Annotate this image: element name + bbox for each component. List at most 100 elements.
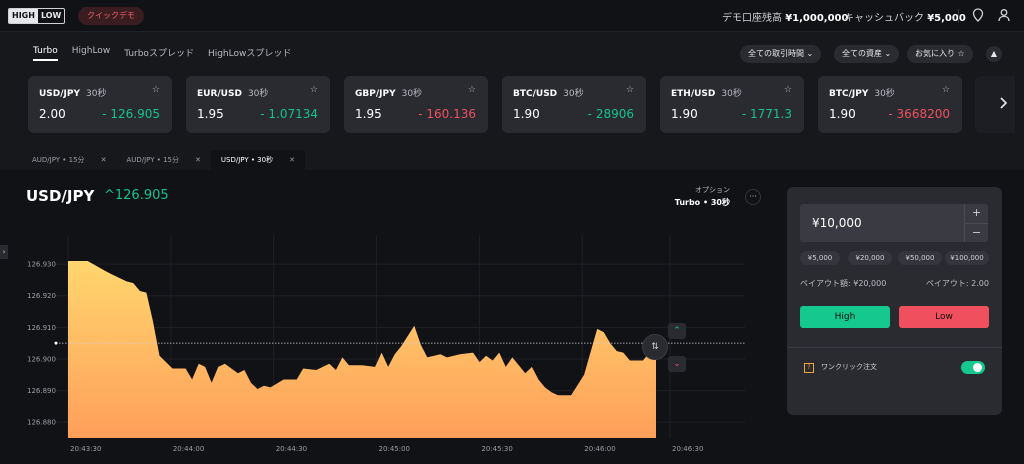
option-value: Turbo • 30秒	[674, 198, 730, 207]
quick-demo-badge[interactable]: クイックデモ	[78, 7, 144, 25]
cashback: キャッシュバック ¥5,000	[844, 13, 966, 24]
asset-symbol: GBP/JPY 30秒	[355, 89, 423, 99]
favorite-star-icon[interactable]: ☆	[152, 85, 160, 95]
x-tick-label: 20:45:30	[481, 445, 512, 453]
asset-rate: - 126.905	[102, 107, 160, 121]
asset-card[interactable]: BTC/USD 30秒 ☆ 1.90 - 28906	[502, 76, 646, 133]
trade-panel: ¥10,000 + − ¥5,000 ¥20,000 ¥50,000 ¥100,…	[787, 187, 1002, 415]
close-icon[interactable]: ✕	[101, 150, 107, 170]
asset-type-tabs: Turbo HighLow Turboスプレッド HighLowスプレッド	[33, 46, 291, 61]
cashback-value: ¥5,000	[927, 13, 966, 24]
close-icon[interactable]: ✕	[289, 150, 295, 170]
asset-symbol: BTC/USD 30秒	[513, 89, 584, 99]
chart-current-rate: ^126.905	[104, 188, 169, 203]
one-click-order-toggle[interactable]	[961, 361, 985, 374]
increase-amount-button[interactable]: +	[964, 204, 988, 223]
collapse-chevron-up-icon[interactable]: ▲	[986, 46, 1002, 62]
y-tick-label: 126.900	[27, 355, 56, 363]
chart-tab-audjpy-1[interactable]: AUD/JPY • 15分 ✕	[22, 150, 116, 170]
asset-payout: 1.90	[829, 107, 856, 121]
x-tick-label: 20:46:00	[584, 445, 615, 453]
high-button[interactable]: High	[800, 306, 890, 328]
tab-highlow-spread[interactable]: HighLowスプレッド	[208, 46, 291, 61]
asset-card[interactable]: USD/JPY 30秒 ☆ 2.00 - 126.905	[28, 76, 172, 133]
preset-5000-button[interactable]: ¥5,000	[800, 251, 840, 265]
asset-payout: 1.90	[513, 107, 540, 121]
y-tick-label: 126.880	[27, 419, 56, 427]
tab-turbo[interactable]: Turbo	[33, 46, 58, 61]
asset-card[interactable]: EUR/USD 30秒 ☆ 1.95 - 1.07134	[186, 76, 330, 133]
asset-payout: 1.95	[355, 107, 382, 121]
highlow-logo[interactable]: HIGH LOW	[8, 8, 66, 24]
current-rate-start-dot	[54, 341, 58, 345]
demo-balance: デモ口座残高 ¥1,000,000	[722, 13, 849, 24]
x-tick-label: 20:45:00	[379, 445, 410, 453]
asset-symbol: ETH/USD 30秒	[671, 89, 742, 99]
investment-amount-input[interactable]: ¥10,000 + −	[800, 204, 988, 242]
favorite-star-icon[interactable]: ☆	[310, 85, 318, 95]
asset-rate: - 1.07134	[260, 107, 318, 121]
preset-100000-button[interactable]: ¥100,000	[945, 251, 989, 265]
favorite-star-icon[interactable]: ☆	[942, 85, 950, 95]
current-rate-handle[interactable]: ⇅	[642, 334, 668, 360]
one-click-order-icon: ?	[804, 363, 814, 373]
user-icon[interactable]	[996, 8, 1012, 24]
asset-card[interactable]: ETH/USD 30秒 ☆ 1.90 - 1771.3	[660, 76, 804, 133]
asset-card[interactable]: GBP/JPY 30秒 ☆ 1.95 - 160.136	[344, 76, 488, 133]
preset-20000-button[interactable]: ¥20,000	[848, 251, 892, 265]
asset-payout: 1.90	[671, 107, 698, 121]
favorite-star-icon[interactable]: ☆	[468, 85, 476, 95]
asset-payout: 2.00	[39, 107, 66, 121]
x-tick-label: 20:44:30	[276, 445, 307, 453]
option-label: オプション	[695, 186, 730, 194]
x-tick-label: 20:44:00	[173, 445, 204, 453]
favorite-star-icon[interactable]: ☆	[626, 85, 634, 95]
investment-amount-value: ¥10,000	[812, 216, 862, 230]
demo-balance-value: ¥1,000,000	[785, 13, 849, 24]
low-button[interactable]: Low	[899, 306, 989, 328]
preset-50000-button[interactable]: ¥50,000	[898, 251, 942, 265]
chart-tab-audjpy-2[interactable]: AUD/JPY • 15分 ✕	[116, 150, 210, 170]
tab-highlow[interactable]: HighLow	[72, 46, 110, 61]
chevron-down-icon[interactable]: ⌄	[668, 356, 686, 372]
asset-payout: 1.95	[197, 107, 224, 121]
tab-turbo-spread[interactable]: Turboスプレッド	[124, 46, 194, 61]
asset-symbol: USD/JPY 30秒	[39, 89, 107, 99]
asset-rate: - 160.136	[418, 107, 476, 121]
toggle-knob	[973, 363, 982, 372]
close-icon[interactable]: ✕	[195, 150, 201, 170]
x-axis: 20:43:30 20:44:00 20:44:30 20:45:00 20:45:30…	[70, 445, 703, 453]
chevron-up-icon[interactable]: ⌃	[668, 323, 686, 339]
more-options-icon[interactable]: ···	[745, 189, 761, 205]
chevron-right-icon[interactable]	[998, 96, 1012, 112]
favorite-star-icon[interactable]: ☆	[784, 85, 792, 95]
y-tick-label: 126.890	[27, 387, 56, 395]
divider	[958, 9, 959, 23]
asset-symbol: EUR/USD 30秒	[197, 89, 269, 99]
trading-time-filter[interactable]: 全ての取引時間 ⌄	[740, 45, 822, 63]
y-tick-label: 126.930	[27, 261, 56, 269]
top-bar: HIGH LOW クイックデモ デモ口座残高 ¥1,000,000 キャッシュバ…	[0, 0, 1024, 32]
price-area-series	[68, 261, 656, 438]
y-tick-label: 126.910	[27, 324, 56, 332]
asset-symbol: BTC/JPY 30秒	[829, 89, 895, 99]
chart-tabs: AUD/JPY • 15分 ✕ AUD/JPY • 15分 ✕ USD/JPY • …	[22, 150, 305, 170]
asset-rate: - 28906	[587, 107, 634, 121]
asset-card[interactable]: BTC/JPY 30秒 ☆ 1.90 - 3668200	[818, 76, 962, 133]
asset-filter[interactable]: 全ての資産 ⌄	[834, 45, 900, 63]
x-tick-label: 20:43:30	[70, 445, 101, 453]
favorites-filter[interactable]: お気に入り ☆	[907, 45, 973, 63]
one-click-order-label: ワンクリック注文	[821, 363, 877, 371]
decrease-amount-button[interactable]: −	[964, 223, 988, 242]
payout-amount: ペイアウト額: ¥20,000	[800, 279, 887, 288]
chart-tab-usdjpy[interactable]: USD/JPY • 30秒 ✕	[210, 150, 305, 170]
chart-symbol: USD/JPY	[26, 187, 95, 205]
panel-divider	[787, 347, 1002, 348]
asset-rate: - 1771.3	[741, 107, 792, 121]
asset-rate: - 3668200	[888, 107, 950, 121]
y-axis: 126.930 126.920 126.910 126.900 126.890 126.8…	[27, 261, 56, 427]
payout-rate: ペイアウト: 2.00	[925, 279, 989, 288]
x-tick-label: 20:46:30	[672, 445, 703, 453]
location-pin-icon[interactable]	[970, 8, 986, 24]
y-tick-label: 126.920	[27, 292, 56, 300]
